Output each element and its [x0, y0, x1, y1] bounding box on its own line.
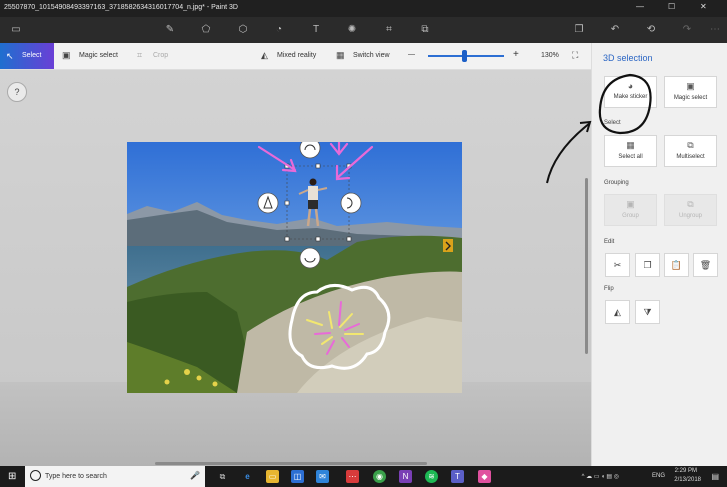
select-label: Select [22, 52, 42, 59]
cut-button[interactable]: ✂ [605, 253, 630, 277]
copy-button[interactable]: ❐ [635, 253, 660, 277]
close-button[interactable]: ✕ [700, 2, 707, 11]
task-view-icon[interactable]: ⧉ [216, 470, 229, 483]
flip-section-label: Flip [604, 286, 614, 292]
cursor-icon: ↖ [6, 51, 14, 61]
landscape-photo [127, 142, 462, 393]
file-explorer-icon[interactable]: ▭ [266, 470, 279, 483]
brushes-icon[interactable]: ✎ [163, 23, 177, 37]
paste-icon[interactable]: ❐ [572, 23, 586, 37]
taskbar: ⊞ Type here to search 🎤 ⧉ e ▭ ◫ ✉ ⋯ ◉ N … [0, 466, 727, 487]
teams-icon[interactable]: T [451, 470, 464, 483]
edit-section-label: Edit [604, 239, 615, 245]
flip-horizontal-icon: ◭ [614, 307, 621, 317]
crop-button[interactable]: Crop [153, 52, 168, 59]
minimize-button[interactable]: — [636, 2, 644, 11]
ungroup-icon: ⧉ [687, 199, 694, 209]
menu-icon[interactable]: ▭ [9, 23, 23, 37]
search-placeholder: Type here to search [45, 473, 107, 480]
remix3d-icon[interactable]: ⧉ [418, 23, 432, 37]
onenote-icon[interactable]: N [399, 470, 412, 483]
copy-icon: ❐ [643, 260, 652, 270]
maximize-button[interactable]: ☐ [668, 2, 675, 11]
mail-icon[interactable]: ✉ [316, 470, 329, 483]
paint3d-icon[interactable]: ◆ [478, 470, 491, 483]
text-icon[interactable]: T [309, 23, 323, 37]
clock-time[interactable]: 2:29 PM [675, 468, 697, 474]
magic-select-icon: ▣ [62, 50, 71, 60]
tray-icons[interactable]: ^ ☁ ▭ ◖ ▤ ◎ [582, 473, 619, 480]
undo-icon[interactable]: ↶ [608, 23, 622, 37]
vertical-scrollbar[interactable] [585, 178, 588, 354]
switch-view-icon: ▦ [336, 50, 345, 60]
2d-shapes-icon[interactable]: ⬠ [199, 23, 213, 37]
crop-icon: ⌗ [137, 50, 143, 60]
redo-icon[interactable]: ↷ [680, 23, 694, 37]
zoom-slider-thumb[interactable] [461, 50, 467, 62]
panel-magic-select-label: Magic select [673, 95, 708, 101]
stickers-icon[interactable]: ◔ [272, 23, 286, 37]
clock-date[interactable]: 2/13/2018 [674, 477, 701, 483]
switch-view-button[interactable]: Switch view [353, 52, 390, 59]
delete-button[interactable]: 🗑 [693, 253, 718, 277]
canvas-icon[interactable]: ⌗ [382, 23, 396, 37]
magic-select-button[interactable]: Magic select [79, 52, 118, 59]
flip-vertical-button[interactable]: ⧩ [635, 300, 660, 324]
store-icon[interactable]: ◫ [291, 470, 304, 483]
window-title: 25507870_10154908493397163_3718582634316… [4, 4, 238, 11]
title-bar: 25507870_10154908493397163_3718582634316… [0, 0, 727, 17]
flip-vertical-icon: ⧩ [643, 307, 652, 317]
notifications-icon[interactable]: ▤ [711, 472, 719, 481]
chrome-icon[interactable]: ◉ [373, 470, 386, 483]
selection-toolbar: ↖ Select ▣ Magic select ⌗ Crop ◭ Mixed r… [0, 43, 591, 70]
taskbar-search[interactable]: Type here to search 🎤 [25, 466, 205, 487]
zoom-level: 130% [541, 52, 559, 59]
help-button[interactable]: ? [7, 82, 27, 102]
workspace-floor [0, 382, 591, 466]
horizontal-scrollbar[interactable] [155, 462, 427, 465]
group-button[interactable]: ▣ Group [604, 194, 657, 226]
app-icon[interactable]: ⋯ [346, 470, 359, 483]
multiselect-icon: ⧉ [687, 140, 694, 150]
tool-ribbon: ▭ ✎ ⬠ ⬡ ◔ T ✺ ⌗ ⧉ ❐ ↶ ⟲ ↷ ⋯ [0, 17, 727, 43]
multiselect-label: Multiselect [676, 154, 705, 160]
search-icon [30, 470, 41, 481]
effects-icon[interactable]: ✺ [345, 23, 359, 37]
cut-icon: ✂ [613, 260, 622, 270]
more-icon[interactable]: ⋯ [708, 23, 722, 37]
zoom-out-button[interactable]: — [408, 51, 415, 58]
history-icon[interactable]: ⟲ [644, 23, 658, 37]
select-button[interactable]: ↖ Select [0, 43, 54, 69]
spotify-icon[interactable]: ≋ [425, 470, 438, 483]
3d-shapes-icon[interactable]: ⬡ [236, 23, 250, 37]
language-indicator[interactable]: ENG [652, 473, 665, 479]
magic-select-icon: ▣ [686, 81, 695, 91]
trash-icon: 🗑 [699, 260, 712, 270]
microphone-icon[interactable]: 🎤 [190, 471, 200, 480]
mixed-reality-button[interactable]: Mixed reality [277, 52, 316, 59]
group-label: Group [622, 213, 639, 219]
fit-view-icon[interactable]: ⛶ [572, 50, 578, 61]
windows-start-icon[interactable]: ⊞ [8, 471, 16, 482]
ungroup-button[interactable]: ⧉ Ungroup [664, 194, 717, 226]
zoom-in-button[interactable]: + [513, 49, 519, 60]
annotation-circle-arrow [546, 73, 652, 184]
canvas-image[interactable] [127, 142, 462, 393]
mixed-reality-icon: ◭ [261, 50, 268, 60]
paste-icon: 📋 [670, 260, 683, 270]
flip-horizontal-button[interactable]: ◭ [605, 300, 630, 324]
zoom-slider[interactable] [428, 50, 504, 62]
ungroup-label: Ungroup [678, 213, 702, 219]
edge-icon[interactable]: e [241, 470, 254, 483]
3d-selection-panel: 3D selection ◕ Make sticker ▣ Magic sele… [546, 43, 727, 466]
group-icon: ▣ [626, 199, 635, 209]
canvas-area[interactable]: ? [0, 70, 591, 466]
paste-button[interactable]: 📋 [664, 253, 689, 277]
